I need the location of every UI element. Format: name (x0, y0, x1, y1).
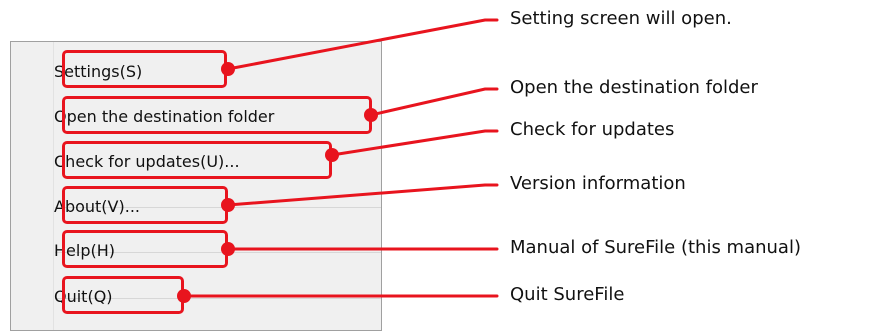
check-updates-callout-dot (325, 148, 339, 162)
quit-callout-dot (177, 289, 191, 303)
settings-callout-dot (221, 62, 235, 76)
callout-leader-lines (182, 18, 499, 298)
quit-callout-text: Quit SureFile (510, 284, 625, 305)
settings-callout-text: Setting screen will open. (510, 8, 732, 29)
about-callout-dot (221, 198, 235, 212)
open-folder-callout-text: Open the destination folder (510, 77, 758, 98)
help-callout-text: Manual of SureFile (this manual) (510, 237, 801, 258)
about-callout-text: Version information (510, 173, 686, 194)
check-updates-callout-text: Check for updates (510, 119, 675, 140)
open-folder-callout-dot (364, 108, 378, 122)
help-callout-dot (221, 242, 235, 256)
